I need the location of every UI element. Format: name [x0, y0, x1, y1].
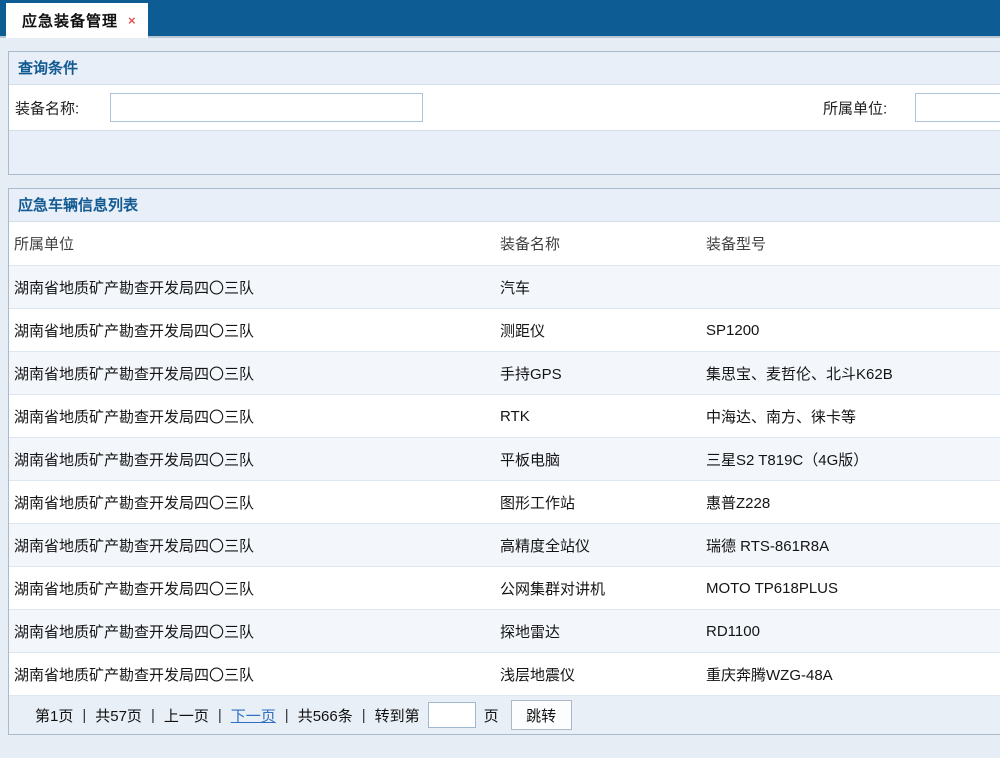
- table-row[interactable]: 湖南省地质矿产勘查开发局四〇三队探地雷达RD1100: [9, 610, 1000, 653]
- table-cell: 三星S2 T819C（4G版）: [706, 449, 1000, 470]
- table-header-row: 所属单位 装备名称 装备型号: [9, 222, 1000, 266]
- prev-page-button[interactable]: 上一页: [164, 705, 209, 726]
- owning-unit-label: 所属单位:: [823, 97, 887, 118]
- table-cell: 图形工作站: [500, 492, 706, 513]
- table-row[interactable]: 湖南省地质矿产勘查开发局四〇三队公网集群对讲机MOTO TP618PLUS: [9, 567, 1000, 610]
- total-items-label: 共566条: [298, 705, 353, 726]
- table-cell: 湖南省地质矿产勘查开发局四〇三队: [9, 535, 500, 556]
- table-cell: 湖南省地质矿产勘查开发局四〇三队: [9, 664, 500, 685]
- list-panel: 应急车辆信息列表 所属单位 装备名称 装备型号 湖南省地质矿产勘查开发局四〇三队…: [8, 188, 1000, 735]
- query-panel: 查询条件 装备名称: 所属单位:: [8, 51, 1000, 175]
- next-page-link[interactable]: 下一页: [231, 705, 276, 726]
- table-cell: 探地雷达: [500, 621, 706, 642]
- equipment-name-input[interactable]: [110, 93, 423, 122]
- table-row[interactable]: 湖南省地质矿产勘查开发局四〇三队测距仪SP1200: [9, 309, 1000, 352]
- goto-page-input[interactable]: [428, 702, 476, 728]
- table-cell: 平板电脑: [500, 449, 706, 470]
- total-pages-label: 共57页: [95, 705, 142, 726]
- table-cell: 湖南省地质矿产勘查开发局四〇三队: [9, 406, 500, 427]
- table-cell: SP1200: [706, 322, 1000, 339]
- owning-unit-input[interactable]: [915, 93, 1000, 122]
- tab-title: 应急装备管理: [22, 10, 118, 31]
- table-cell: 高精度全站仪: [500, 535, 706, 556]
- table-cell: 公网集群对讲机: [500, 578, 706, 599]
- goto-page-prefix: 转到第: [375, 705, 420, 726]
- jump-button[interactable]: 跳转: [511, 700, 572, 730]
- table-row[interactable]: 湖南省地质矿产勘查开发局四〇三队浅层地震仪重庆奔腾WZG-48A: [9, 653, 1000, 696]
- current-page-label: 第1页: [35, 705, 73, 726]
- table-row[interactable]: 湖南省地质矿产勘查开发局四〇三队汽车: [9, 266, 1000, 309]
- separator: |: [362, 707, 366, 724]
- separator: |: [285, 707, 289, 724]
- table-row[interactable]: 湖南省地质矿产勘查开发局四〇三队RTK中海达、南方、徕卡等: [9, 395, 1000, 438]
- table-row[interactable]: 湖南省地质矿产勘查开发局四〇三队手持GPS集思宝、麦哲伦、北斗K62B: [9, 352, 1000, 395]
- table-row[interactable]: 湖南省地质矿产勘查开发局四〇三队平板电脑三星S2 T819C（4G版）: [9, 438, 1000, 481]
- table-cell: 湖南省地质矿产勘查开发局四〇三队: [9, 363, 500, 384]
- table-row[interactable]: 湖南省地质矿产勘查开发局四〇三队图形工作站惠普Z228: [9, 481, 1000, 524]
- tab-emergency-equipment[interactable]: 应急装备管理 ×: [6, 3, 148, 38]
- page-content: 查询条件 装备名称: 所属单位: 应急车辆信息列表 所属单位 装备名称 装备型号…: [0, 38, 1000, 735]
- table-cell: 惠普Z228: [706, 492, 1000, 513]
- query-panel-footer: [9, 131, 1000, 174]
- table-cell: 浅层地震仪: [500, 664, 706, 685]
- table-cell: RTK: [500, 408, 706, 425]
- separator: |: [151, 707, 155, 724]
- table-body: 湖南省地质矿产勘查开发局四〇三队汽车湖南省地质矿产勘查开发局四〇三队测距仪SP1…: [9, 266, 1000, 696]
- table-cell: MOTO TP618PLUS: [706, 580, 1000, 597]
- table-cell: RD1100: [706, 623, 1000, 640]
- column-header-model: 装备型号: [706, 233, 1000, 254]
- close-icon[interactable]: ×: [128, 13, 136, 28]
- table-row[interactable]: 湖南省地质矿产勘查开发局四〇三队高精度全站仪瑞德 RTS-861R8A: [9, 524, 1000, 567]
- panel-gap: [8, 175, 1000, 188]
- query-fields-row: 装备名称: 所属单位:: [9, 85, 1000, 131]
- table-cell: 湖南省地质矿产勘查开发局四〇三队: [9, 449, 500, 470]
- table-cell: 湖南省地质矿产勘查开发局四〇三队: [9, 578, 500, 599]
- table-cell: 测距仪: [500, 320, 706, 341]
- table-cell: 瑞德 RTS-861R8A: [706, 535, 1000, 556]
- separator: |: [82, 707, 86, 724]
- tab-strip: 应急装备管理 ×: [0, 0, 1000, 38]
- table-cell: 汽车: [500, 277, 706, 298]
- list-panel-title: 应急车辆信息列表: [9, 189, 1000, 222]
- column-header-name: 装备名称: [500, 233, 706, 254]
- table-cell: 湖南省地质矿产勘查开发局四〇三队: [9, 320, 500, 341]
- table-cell: 手持GPS: [500, 363, 706, 384]
- table-cell: 重庆奔腾WZG-48A: [706, 664, 1000, 685]
- table-cell: 湖南省地质矿产勘查开发局四〇三队: [9, 492, 500, 513]
- table-cell: 集思宝、麦哲伦、北斗K62B: [706, 363, 1000, 384]
- pagination-bar: 第1页 | 共57页 | 上一页 | 下一页 | 共566条 | 转到第 页 跳…: [9, 696, 1000, 734]
- separator: |: [218, 707, 222, 724]
- query-panel-title: 查询条件: [9, 52, 1000, 85]
- goto-page-suffix: 页: [484, 705, 499, 726]
- table-cell: 中海达、南方、徕卡等: [706, 406, 1000, 427]
- equipment-name-label: 装备名称:: [15, 97, 79, 118]
- column-header-unit: 所属单位: [9, 233, 500, 254]
- table-cell: 湖南省地质矿产勘查开发局四〇三队: [9, 621, 500, 642]
- table-cell: 湖南省地质矿产勘查开发局四〇三队: [9, 277, 500, 298]
